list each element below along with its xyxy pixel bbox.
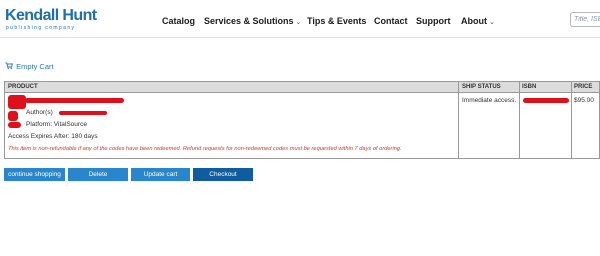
price-value: $95.00 — [574, 97, 594, 104]
author-label: Author(s) — [26, 109, 53, 116]
chevron-down-icon: ⌄ — [489, 19, 495, 26]
redacted-product-image — [8, 95, 26, 109]
nav-about[interactable]: About ⌄ — [461, 15, 495, 29]
platform-text: Platform: VitalSource — [26, 121, 87, 128]
nav-contact[interactable]: Contact — [374, 15, 408, 27]
nav-tips-events[interactable]: Tips & Events — [307, 15, 366, 27]
nav-catalog-label: Catalog — [162, 16, 196, 26]
checkout-button[interactable]: Checkout — [193, 168, 253, 181]
cart-table: PRODUCT SHIP STATUS ISBN PRICE Author(s)… — [4, 81, 600, 159]
nav-about-label: About — [461, 16, 487, 26]
column-header-price: PRICE — [574, 84, 593, 90]
column-divider — [571, 82, 572, 158]
nav-catalog[interactable]: Catalog — [162, 15, 195, 27]
delete-button[interactable]: Delete — [68, 168, 128, 181]
redacted-product-image — [8, 122, 21, 128]
update-cart-button[interactable]: Update cart — [131, 168, 190, 181]
redacted-product-title — [25, 98, 124, 103]
column-divider — [458, 82, 459, 158]
empty-cart-link[interactable]: Empty Cart — [5, 62, 54, 72]
redacted-product-image — [8, 111, 18, 121]
shopping-cart-icon — [5, 62, 13, 70]
chevron-down-icon: ⌄ — [295, 19, 302, 26]
redacted-author-names — [59, 111, 107, 115]
main-nav: Catalog Services & Solutions ⌄ Tips & Eve… — [0, 15, 600, 27]
site-header: Kendall Hunt publishing company Catalog … — [0, 0, 600, 38]
column-divider — [519, 82, 520, 158]
table-header: PRODUCT SHIP STATUS ISBN PRICE — [5, 82, 599, 93]
empty-cart-label: Empty Cart — [16, 62, 54, 71]
nav-tips-label: Tips & Events — [307, 16, 367, 26]
nav-support[interactable]: Support — [416, 15, 451, 27]
nav-support-label: Support — [416, 16, 451, 26]
refund-policy-note: This item is non-refundable if any of th… — [8, 146, 402, 152]
ship-status-value: Immediate access. — [462, 97, 517, 104]
column-header-product: PRODUCT — [8, 84, 38, 90]
column-header-ship-status: SHIP STATUS — [462, 84, 501, 90]
header-divider — [0, 37, 600, 38]
column-header-isbn: ISBN — [522, 84, 537, 90]
redacted-isbn — [523, 98, 569, 103]
nav-contact-label: Contact — [374, 16, 408, 26]
search-input[interactable] — [570, 12, 600, 27]
continue-shopping-button[interactable]: continue shopping — [4, 168, 65, 181]
nav-services-label: Services & Solutions — [204, 16, 294, 26]
nav-services-solutions[interactable]: Services & Solutions ⌄ — [204, 15, 301, 29]
access-expires-text: Access Expires After: 180 days — [8, 133, 98, 140]
